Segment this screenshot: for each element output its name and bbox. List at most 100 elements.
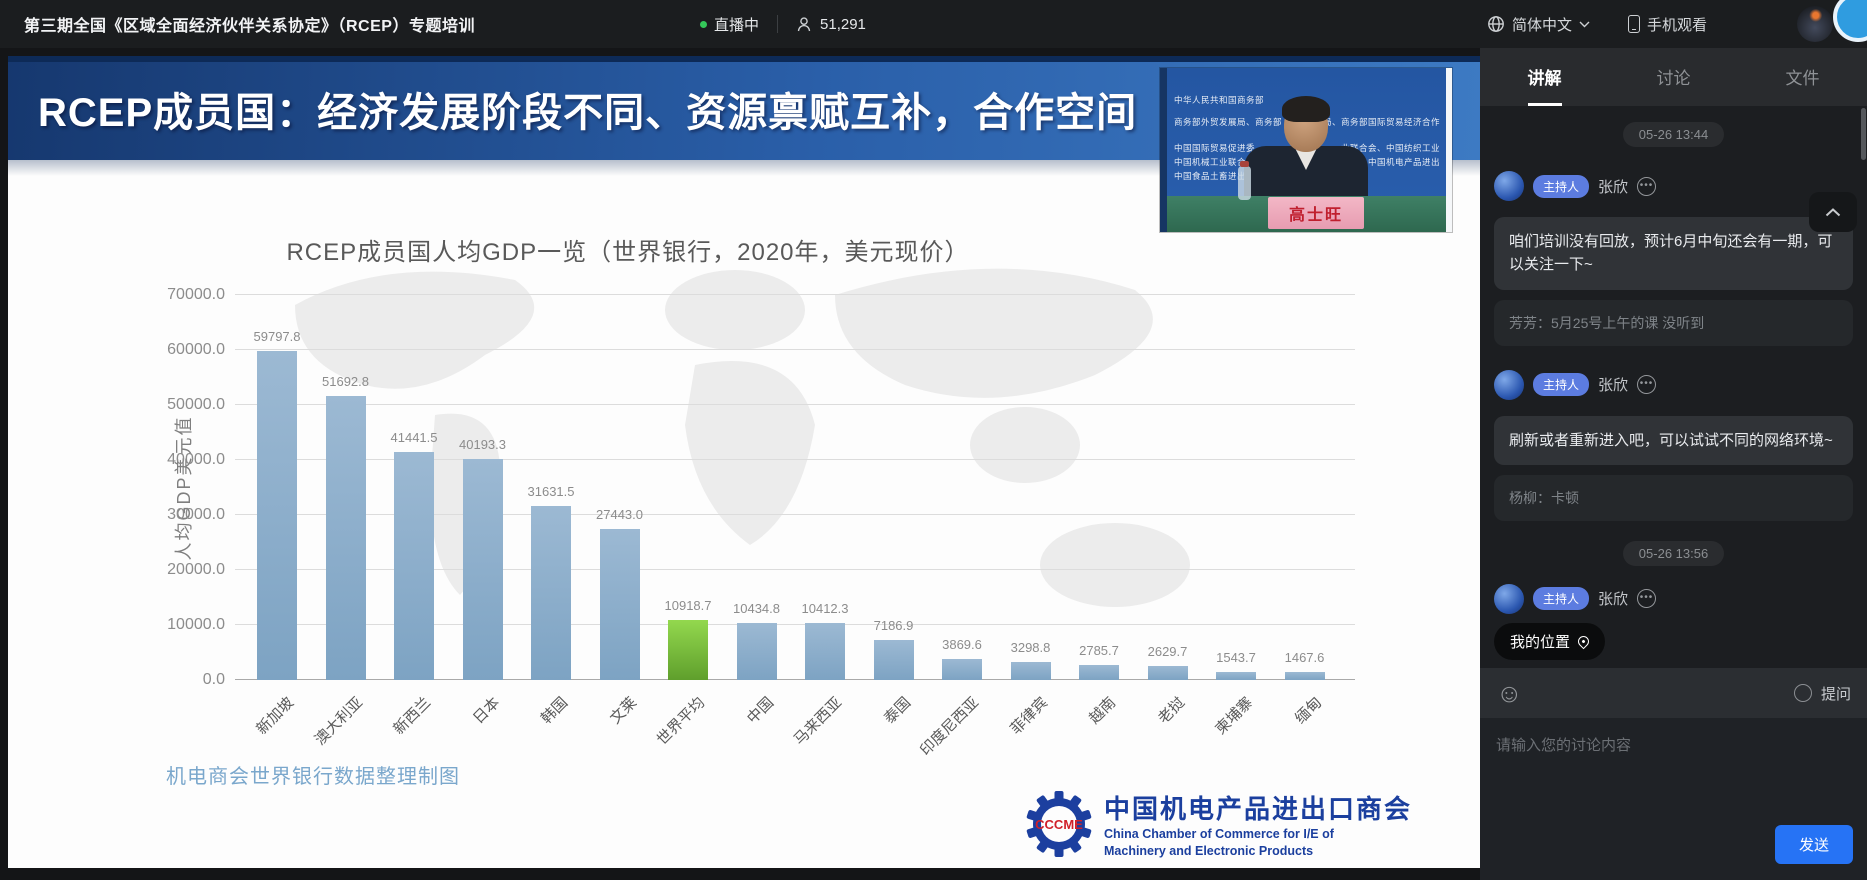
bar-中国 [737, 623, 777, 680]
host-badge: 主持人 [1533, 587, 1589, 610]
message-header: 主持人 张欣 ••• [1494, 584, 1853, 614]
floating-widget[interactable] [1833, 0, 1867, 42]
top-bar: 第三期全国《区域全面经济伙伴关系协定》（RCEP）专题培训 直播中 51,291… [0, 0, 1867, 48]
timestamp-pill: 05-26 13:56 [1623, 541, 1724, 566]
bar-印度尼西亚 [942, 659, 982, 680]
divider [777, 15, 778, 33]
bar-value-label: 1467.6 [1260, 650, 1350, 665]
host-badge: 主持人 [1533, 373, 1589, 396]
bar-越南 [1079, 665, 1119, 680]
y-axis-label: 人均GDP美元值 [170, 388, 196, 588]
message-bubble: 咱们培训没有回放，预计6月中旬还会有一期，可以关注一下~ [1494, 217, 1853, 290]
tab-discussion[interactable]: 讨论 [1609, 48, 1738, 106]
message-menu-icon[interactable]: ••• [1637, 177, 1656, 196]
bar-老挝 [1148, 666, 1188, 680]
live-dot-icon [700, 21, 707, 28]
mobile-view-button[interactable]: 手机观看 [1628, 14, 1707, 35]
logo-name-cn: 中国机电产品进出口商会 [1104, 789, 1412, 826]
question-radio[interactable] [1794, 684, 1812, 702]
message-list: 05-26 13:44 主持人 张欣 ••• 咱们培训没有回放，预计6月中旬还会… [1480, 106, 1867, 668]
quoted-message: 芳芳：5月25号上午的课 没听到 [1494, 300, 1853, 346]
question-toggle[interactable]: 提问 [1794, 683, 1851, 704]
quoted-message: 杨柳：卡顿 [1494, 475, 1853, 521]
chevron-up-icon [1825, 208, 1841, 217]
host-name: 张欣 [1598, 374, 1628, 395]
bar-澳大利亚 [326, 396, 366, 680]
y-axis-tick: 10000.0 [143, 616, 225, 634]
gridline [235, 349, 1355, 350]
presenter-name-card: 高士旺 [1268, 197, 1364, 229]
user-avatar[interactable] [1797, 6, 1833, 42]
bar-柬埔寨 [1216, 672, 1256, 680]
y-axis-tick: 40000.0 [143, 451, 225, 469]
viewer-count: 51,291 [820, 16, 866, 33]
bar-韩国 [531, 506, 571, 680]
host-name: 张欣 [1598, 176, 1628, 197]
water-bottle [1238, 166, 1251, 200]
message-menu-icon[interactable]: ••• [1637, 589, 1656, 608]
host-name: 张欣 [1598, 588, 1628, 609]
message-header: 主持人 张欣 ••• [1494, 370, 1853, 400]
svg-text:CCCME: CCCME [1035, 817, 1083, 832]
presenter-head [1284, 102, 1328, 152]
bar-新西兰 [394, 452, 434, 680]
gridline [235, 294, 1355, 295]
bar-value-label: 31631.5 [506, 484, 596, 499]
bar-value-label: 59797.8 [232, 329, 322, 344]
tab-explanation[interactable]: 讲解 [1480, 48, 1609, 106]
logo-name-en-1: China Chamber of Commerce for I/E of [1104, 826, 1412, 843]
send-button[interactable]: 发送 [1775, 825, 1853, 864]
y-axis-tick: 50000.0 [143, 396, 225, 414]
location-pin-icon [1576, 634, 1592, 650]
live-training-app: 第三期全国《区域全面经济伙伴关系协定》（RCEP）专题培训 直播中 51,291… [0, 0, 1867, 880]
bar-日本 [463, 459, 503, 680]
page-title: 第三期全国《区域全面经济伙伴关系协定》（RCEP）专题培训 [24, 12, 475, 36]
gdp-bar-chart: 人均GDP美元值 0.010000.020000.030000.040000.0… [235, 295, 1355, 680]
topbar-right: 简体中文 手机观看 [1487, 0, 1707, 48]
cccme-logo: CCCME 中国机电产品进出口商会 China Chamber of Comme… [1026, 789, 1412, 860]
bar-value-label: 7186.9 [849, 618, 939, 633]
message-header: 主持人 张欣 ••• [1494, 171, 1853, 201]
globe-icon [1487, 15, 1505, 33]
presenter-figure [1244, 146, 1368, 202]
host-avatar[interactable] [1494, 171, 1524, 201]
sidebar-scrollbar[interactable] [1861, 108, 1866, 160]
my-position-button[interactable]: 我的位置 [1494, 623, 1605, 660]
question-label: 提问 [1821, 683, 1851, 704]
bar-value-label: 40193.3 [438, 437, 528, 452]
y-axis-tick: 20000.0 [143, 561, 225, 579]
live-label: 直播中 [714, 14, 759, 35]
y-axis-tick: 0.0 [143, 671, 225, 689]
tab-files[interactable]: 文件 [1738, 48, 1867, 106]
bar-马来西亚 [805, 623, 845, 680]
host-avatar[interactable] [1494, 370, 1524, 400]
bar-value-label: 10412.3 [780, 601, 870, 616]
message-bubble: 刷新或者重新进入吧，可以试试不同的网络环境~ [1494, 416, 1853, 465]
bar-value-label: 27443.0 [575, 507, 665, 522]
chat-input[interactable] [1480, 718, 1867, 818]
phone-icon [1628, 15, 1640, 33]
bar-世界平均 [668, 620, 708, 680]
bar-value-label: 51692.8 [301, 374, 391, 389]
message-menu-icon[interactable]: ••• [1637, 375, 1656, 394]
bar-文莱 [600, 529, 640, 680]
chat-toolbar: ☺ 提问 [1480, 668, 1867, 718]
bar-泰国 [874, 640, 914, 680]
host-avatar[interactable] [1494, 584, 1524, 614]
live-status: 直播中 51,291 [700, 0, 866, 48]
logo-name-en-2: Machinery and Electronic Products [1104, 843, 1412, 860]
my-position-label: 我的位置 [1510, 631, 1570, 652]
gridline [235, 404, 1355, 405]
video-left-bar [1160, 68, 1167, 232]
collapse-button[interactable] [1809, 192, 1857, 232]
sidebar-tabbar: 讲解 讨论 文件 [1480, 48, 1867, 106]
y-axis-tick: 70000.0 [143, 286, 225, 304]
presenter-video-overlay[interactable]: 中华人民共和国商务部 商务部外贸发展局、商务部局、商务部国际贸易经济合作 中国国… [1160, 68, 1452, 232]
y-axis-tick: 30000.0 [143, 506, 225, 524]
video-right-bar [1446, 68, 1452, 232]
emoji-icon[interactable]: ☺ [1496, 680, 1523, 706]
language-selector[interactable]: 简体中文 [1487, 14, 1590, 35]
timestamp-pill: 05-26 13:44 [1623, 122, 1724, 147]
gear-logo-icon: CCCME [1026, 791, 1092, 857]
host-badge: 主持人 [1533, 175, 1589, 198]
